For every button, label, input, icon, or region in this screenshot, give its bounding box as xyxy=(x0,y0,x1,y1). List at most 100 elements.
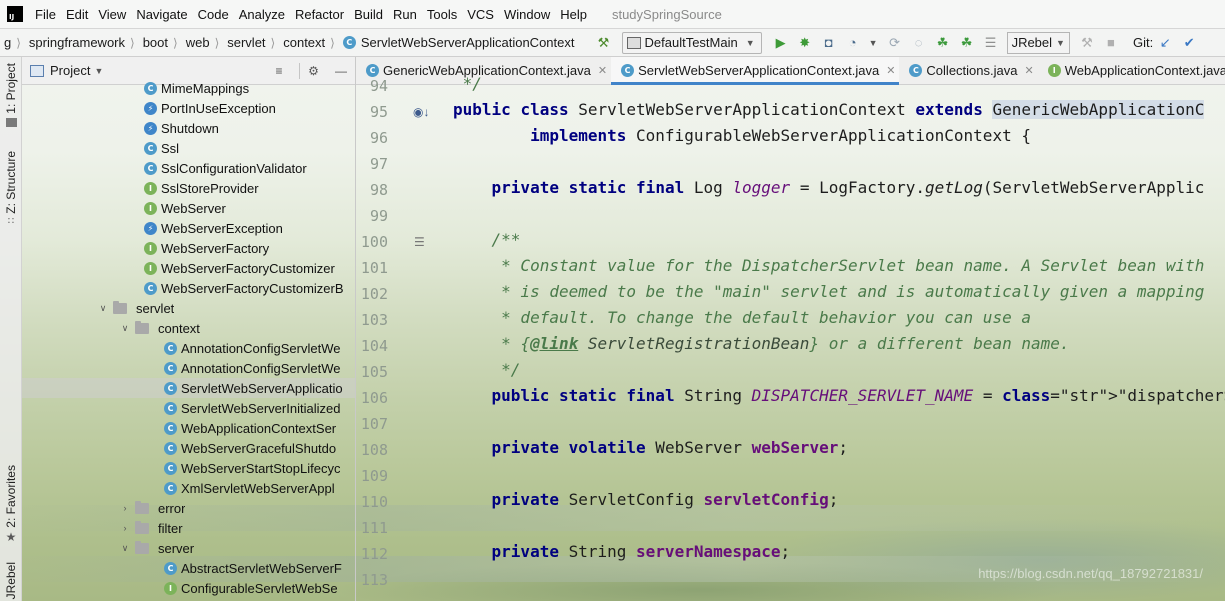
editor-tab[interactable]: C ServletWebServerApplicationContext.java… xyxy=(611,57,900,85)
breadcrumb-package[interactable]: servlet xyxy=(223,35,265,50)
editor-tab[interactable]: C Collections.java ✕ xyxy=(899,57,1037,84)
hammer-disabled-icon[interactable]: ⚒ xyxy=(1078,34,1096,52)
tree-item[interactable]: C Ssl xyxy=(22,138,355,158)
menu-edit[interactable]: Edit xyxy=(63,7,95,22)
tree-item[interactable]: C WebServerFactoryCustomizerB xyxy=(22,278,355,298)
tree-item[interactable]: I WebServer xyxy=(22,198,355,218)
tree-item[interactable]: C XmlServletWebServerAppl xyxy=(22,478,355,498)
breadcrumb-label: springframework xyxy=(28,35,126,50)
gear-icon[interactable]: ⚙ xyxy=(299,62,321,79)
tree-item[interactable]: I SslStoreProvider xyxy=(22,178,355,198)
jrebel-panel-icon[interactable]: ☰ xyxy=(982,34,1000,52)
menu-tools[interactable]: Tools xyxy=(424,7,464,22)
menu-refactor[interactable]: Refactor xyxy=(292,7,351,22)
breadcrumb-package[interactable]: g xyxy=(0,35,11,50)
line-number: 97 xyxy=(369,155,388,173)
run-icon[interactable]: ▶ xyxy=(772,34,790,52)
tree-item[interactable]: C WebApplicationContextSer xyxy=(22,418,355,438)
close-icon[interactable]: ✕ xyxy=(598,64,607,77)
editor-tab[interactable]: C GenericWebApplicationContext.java ✕ xyxy=(356,57,611,84)
project-panel-title[interactable]: Project xyxy=(50,63,90,78)
run-more-chevron-icon[interactable]: ▼ xyxy=(869,38,878,48)
git-commit-icon[interactable]: ✔ xyxy=(1180,34,1198,52)
menu-file[interactable]: File xyxy=(32,7,63,22)
tree-item[interactable]: C AnnotationConfigServletWe xyxy=(22,338,355,358)
debug-icon[interactable]: ✸ xyxy=(796,34,814,52)
attach-debugger-icon[interactable]: ⟳ xyxy=(886,34,904,52)
tree-item[interactable]: ⚡ PortInUseException xyxy=(22,98,355,118)
code-line: private String serverNamespace; xyxy=(491,542,791,561)
tree-item[interactable]: C WebServerStartStopLifecyc xyxy=(22,458,355,478)
menu-help[interactable]: Help xyxy=(557,7,594,22)
tree-item[interactable]: ⚡ Shutdown xyxy=(22,118,355,138)
stop-icon[interactable]: ■ xyxy=(1102,34,1120,52)
run-configuration-select[interactable]: DefaultTestMain ▼ xyxy=(621,31,762,54)
breadcrumb-package[interactable]: boot xyxy=(139,35,168,50)
tree-item[interactable]: ⚡ WebServerException xyxy=(22,218,355,238)
line-number: 108 xyxy=(360,441,388,459)
class-icon: C xyxy=(164,461,177,475)
jrebel-run-icon[interactable]: ☘ xyxy=(934,34,952,52)
tree-item[interactable]: C WebServerGracefulShutdo xyxy=(22,438,355,458)
menu-code[interactable]: Code xyxy=(195,7,236,22)
intellij-logo-icon: IJ xyxy=(7,6,23,22)
menu-analyze[interactable]: Analyze xyxy=(236,7,292,22)
jrebel-tool-tab[interactable]: JRebel xyxy=(2,562,20,599)
class-icon: C xyxy=(144,281,157,295)
close-icon[interactable]: ✕ xyxy=(886,64,895,77)
menu-window[interactable]: Window xyxy=(501,7,557,22)
jrebel-debug-icon[interactable]: ☘ xyxy=(958,34,976,52)
jrebel-select[interactable]: JRebel ▼ xyxy=(1006,31,1070,54)
structure-tool-tab[interactable]: Z: Structure ∷ xyxy=(2,151,20,227)
close-icon[interactable]: ✕ xyxy=(1024,64,1033,77)
tree-item[interactable]: C AnnotationConfigServletWe xyxy=(22,358,355,378)
tree-item[interactable]: C AbstractServletWebServerF xyxy=(22,558,355,578)
code-line: public static final String DISPATCHER_SE… xyxy=(491,386,1225,405)
git-update-icon[interactable]: ↙ xyxy=(1156,34,1174,52)
breadcrumb-package[interactable]: springframework xyxy=(25,35,125,50)
tree-item-label: error xyxy=(158,500,186,516)
tree-folder[interactable]: › filter xyxy=(22,518,355,538)
menu-vcs[interactable]: VCS xyxy=(464,7,501,22)
expand-arrow-icon[interactable]: ∨ xyxy=(119,543,131,554)
minimize-icon[interactable]: — xyxy=(333,63,349,79)
stop-disabled-icon[interactable]: ◌ xyxy=(910,34,928,52)
expand-arrow-icon[interactable]: ∨ xyxy=(97,303,109,314)
tree-folder[interactable]: ∨ server xyxy=(22,538,355,558)
coverage-icon[interactable]: ◘ xyxy=(820,34,838,52)
project-tool-tab[interactable]: 1: Project xyxy=(2,63,20,127)
collapse-all-icon[interactable]: ≡ xyxy=(271,63,287,79)
tree-folder[interactable]: ∨ servlet xyxy=(22,298,355,318)
menu-build[interactable]: Build xyxy=(351,7,390,22)
menu-run[interactable]: Run xyxy=(390,7,424,22)
collapse-arrow-icon[interactable]: › xyxy=(119,503,131,513)
profile-icon[interactable]: ◔ xyxy=(844,34,862,52)
breadcrumb-class[interactable]: C ServletWebServerApplicationContext xyxy=(339,35,575,50)
editor-tab-label: Collections.java xyxy=(926,63,1018,78)
rendered-doc-icon[interactable]: ☰ xyxy=(414,235,425,249)
tree-folder[interactable]: › error xyxy=(22,498,355,518)
tree-item[interactable]: I WebServerFactoryCustomizer xyxy=(22,258,355,278)
tree-item[interactable]: C ServletWebServerInitialized xyxy=(22,398,355,418)
favorites-tool-tab[interactable]: 2: Favorites ★ xyxy=(2,465,20,544)
breadcrumb-package[interactable]: context xyxy=(279,35,325,50)
editor-tab[interactable]: I WebApplicationContext.java xyxy=(1038,57,1225,84)
menu-bar: IJ File Edit View Navigate Code Analyze Refact… xyxy=(0,0,1225,29)
code-area[interactable]: 94 95 96 97 98 99 100 101 102 103 104 105 106 107 108 1… xyxy=(356,74,1225,601)
build-hammer-icon[interactable]: ⚒ xyxy=(595,34,613,52)
menu-navigate[interactable]: Navigate xyxy=(133,7,194,22)
chevron-down-icon[interactable]: ▼ xyxy=(94,66,103,76)
tree-item[interactable]: C SslConfigurationValidator xyxy=(22,158,355,178)
expand-arrow-icon[interactable]: ∨ xyxy=(119,323,131,334)
menu-view[interactable]: View xyxy=(95,7,133,22)
package-folder-icon xyxy=(113,300,127,314)
tree-item-label: SslStoreProvider xyxy=(161,180,259,196)
tree-item[interactable]: I ConfigurableServletWebSe xyxy=(22,578,355,598)
breadcrumb-package[interactable]: web xyxy=(182,35,210,50)
tree-item[interactable]: I WebServerFactory xyxy=(22,238,355,258)
implementation-marker-icon[interactable]: ◉↓ xyxy=(413,105,429,119)
tree-folder[interactable]: ∨ context xyxy=(22,318,355,338)
tree-item[interactable]: C MimeMappings xyxy=(22,78,355,98)
tree-item[interactable]: C ServletWebServerApplicatio xyxy=(22,378,355,398)
collapse-arrow-icon[interactable]: › xyxy=(119,523,131,533)
